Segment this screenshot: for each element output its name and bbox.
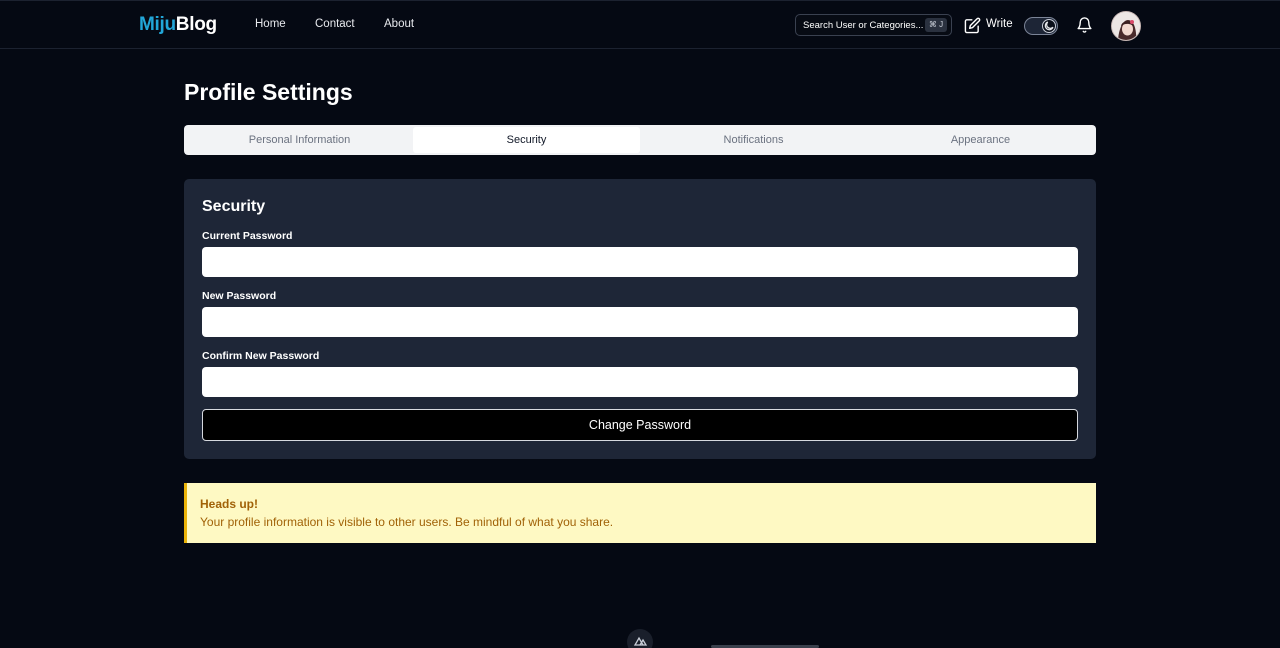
logo-part-1: Miju — [139, 14, 176, 35]
nav-home[interactable]: Home — [255, 18, 286, 30]
logo[interactable]: MijuBlog — [139, 14, 217, 36]
write-label: Write — [986, 18, 1013, 30]
page-title: Profile Settings — [184, 79, 353, 105]
confirm-password-input[interactable] — [202, 367, 1078, 397]
theme-toggle[interactable] — [1024, 17, 1058, 35]
tab-appearance[interactable]: Appearance — [867, 127, 1094, 153]
confirm-password-label: Confirm New Password — [202, 350, 320, 362]
alert-title: Heads up! — [200, 497, 259, 511]
tab-personal-information[interactable]: Personal Information — [186, 127, 413, 153]
new-password-label: New Password — [202, 290, 277, 302]
nav-contact[interactable]: Contact — [315, 18, 355, 30]
search-placeholder: Search User or Categories... — [803, 20, 924, 31]
tab-security[interactable]: Security — [413, 127, 640, 153]
bell-icon[interactable] — [1076, 16, 1093, 39]
security-heading: Security — [202, 198, 266, 215]
search-shortcut-badge: ⌘ J — [925, 18, 947, 32]
settings-tabs: Personal Information Security Notificati… — [184, 125, 1096, 155]
logo-part-2: Blog — [175, 14, 217, 35]
security-card: Security Current Password New Password C… — [184, 179, 1096, 459]
edit-icon — [964, 17, 981, 34]
search-button[interactable]: Search User or Categories... ⌘ J — [795, 14, 952, 36]
nuxt-devtools-icon[interactable] — [627, 629, 653, 648]
current-password-input[interactable] — [202, 247, 1078, 277]
heads-up-alert: Heads up! Your profile information is vi… — [184, 483, 1096, 543]
avatar[interactable] — [1111, 11, 1141, 41]
change-password-button[interactable]: Change Password — [202, 409, 1078, 441]
tab-notifications[interactable]: Notifications — [640, 127, 867, 153]
nav-about[interactable]: About — [384, 18, 414, 30]
top-navbar: MijuBlog Home Contact About Search User … — [0, 0, 1280, 49]
theme-toggle-moon-icon — [1042, 19, 1056, 33]
new-password-input[interactable] — [202, 307, 1078, 337]
alert-message: Your profile information is visible to o… — [200, 515, 614, 529]
current-password-label: Current Password — [202, 230, 293, 242]
